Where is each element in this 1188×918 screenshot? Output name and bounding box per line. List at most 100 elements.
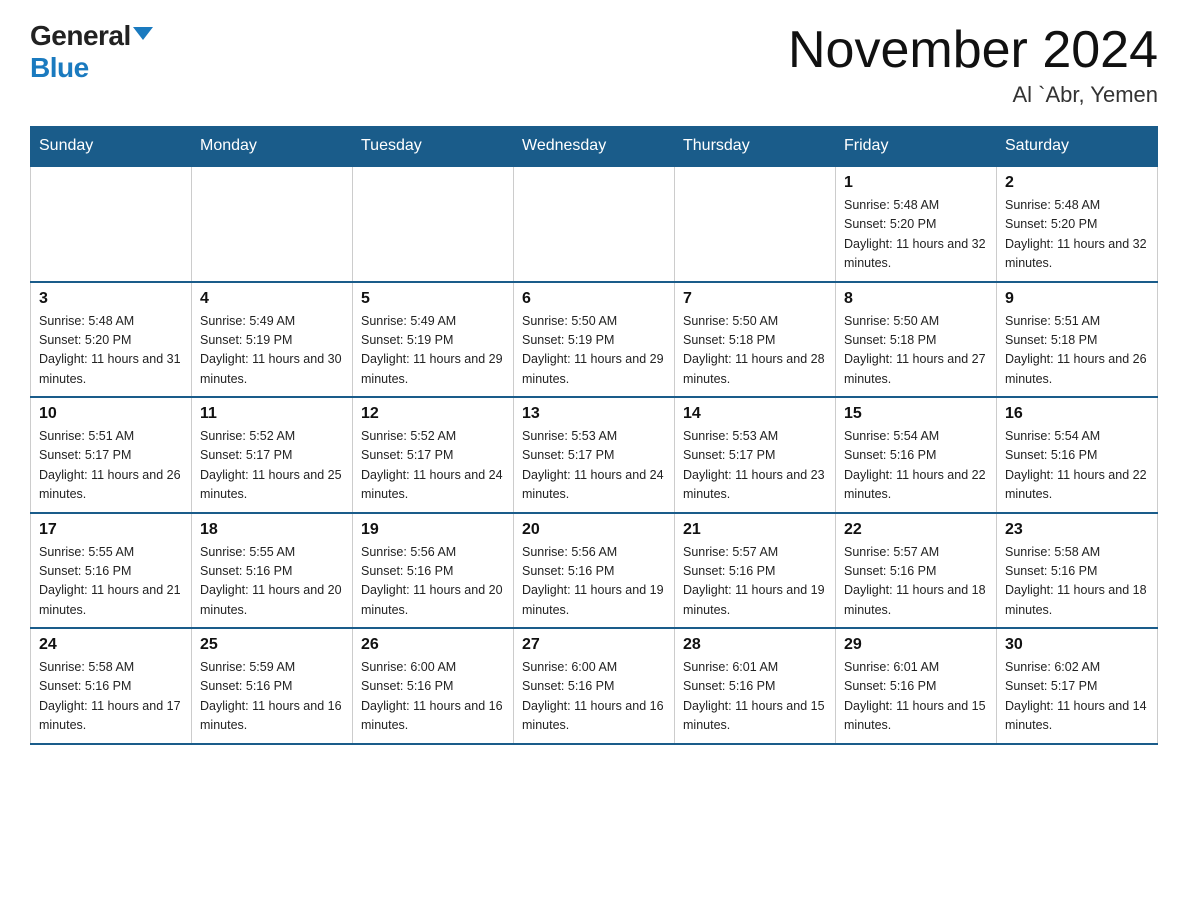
page-header: General Blue November 2024 Al `Abr, Yeme… xyxy=(30,20,1158,108)
day-info: Sunrise: 5:58 AMSunset: 5:16 PMDaylight:… xyxy=(1005,543,1149,621)
day-number: 2 xyxy=(1005,174,1149,192)
day-info: Sunrise: 5:52 AMSunset: 5:17 PMDaylight:… xyxy=(200,427,344,505)
logo-general-text: General xyxy=(30,20,131,52)
calendar-day-cell: 17Sunrise: 5:55 AMSunset: 5:16 PMDayligh… xyxy=(31,513,192,629)
day-info: Sunrise: 5:59 AMSunset: 5:16 PMDaylight:… xyxy=(200,658,344,736)
calendar-day-cell: 24 Sunrise: 5:58 AMSunset: 5:16 PMDayligh… xyxy=(31,628,192,744)
calendar-day-cell: 27Sunrise: 6:00 AMSunset: 5:16 PMDayligh… xyxy=(514,628,675,744)
day-info: Sunrise: 5:58 AMSunset: 5:16 PMDaylight:… xyxy=(39,658,183,736)
calendar-weekday-header: Sunday xyxy=(31,127,192,167)
calendar-day-cell xyxy=(192,166,353,282)
calendar-day-cell xyxy=(514,166,675,282)
day-info: Sunrise: 5:52 AMSunset: 5:17 PMDaylight:… xyxy=(361,427,505,505)
calendar-week-row: 17 Sunrise: 5:55 AMSunset: 5:16 PMDayligh… xyxy=(31,513,1158,629)
day-number: 23 xyxy=(1005,521,1149,539)
day-info: Sunrise: 5:57 AMSunset: 5:16 PMDaylight:… xyxy=(844,543,988,621)
calendar-weekday-header: Thursday xyxy=(675,127,836,167)
day-info: Sunrise: 5:54 AMSunset: 5:16 PMDaylight:… xyxy=(1005,427,1149,505)
day-number: 18 xyxy=(200,521,344,539)
day-info: Sunrise: 5:55 AMSunset: 5:16 PMDaylight:… xyxy=(200,543,344,621)
day-info: Sunrise: 5:50 AMSunset: 5:18 PMDaylight:… xyxy=(844,312,988,390)
title-block: November 2024 Al `Abr, Yemen xyxy=(788,20,1158,108)
day-info: Sunrise: 5:48 AMSunset: 5:20 PMDaylight:… xyxy=(1005,196,1149,274)
day-info: Sunrise: 5:56 AMSunset: 5:16 PMDaylight:… xyxy=(522,543,666,621)
calendar-day-cell: 10 Sunrise: 5:51 AMSunset: 5:17 PMDayligh… xyxy=(31,397,192,513)
day-number: 26 xyxy=(361,636,505,654)
calendar-day-cell: 8 Sunrise: 5:50 AMSunset: 5:18 PMDaylight… xyxy=(836,282,997,398)
calendar-day-cell: 19Sunrise: 5:56 AMSunset: 5:16 PMDayligh… xyxy=(353,513,514,629)
calendar-week-row: 10 Sunrise: 5:51 AMSunset: 5:17 PMDayligh… xyxy=(31,397,1158,513)
day-number: 28 xyxy=(683,636,827,654)
calendar-day-cell: 25 Sunrise: 5:59 AMSunset: 5:16 PMDayligh… xyxy=(192,628,353,744)
day-info: Sunrise: 6:01 AMSunset: 5:16 PMDaylight:… xyxy=(844,658,988,736)
day-number: 7 xyxy=(683,290,827,308)
calendar-weekday-header: Friday xyxy=(836,127,997,167)
calendar-weekday-header: Tuesday xyxy=(353,127,514,167)
day-number: 10 xyxy=(39,405,183,423)
day-number: 30 xyxy=(1005,636,1149,654)
day-info: Sunrise: 6:00 AMSunset: 5:16 PMDaylight:… xyxy=(522,658,666,736)
day-number: 25 xyxy=(200,636,344,654)
calendar-weekday-header: Monday xyxy=(192,127,353,167)
logo: General Blue xyxy=(30,20,153,84)
calendar-day-cell: 26 Sunrise: 6:00 AMSunset: 5:16 PMDayligh… xyxy=(353,628,514,744)
calendar-day-cell: 15 Sunrise: 5:54 AMSunset: 5:16 PMDayligh… xyxy=(836,397,997,513)
calendar-day-cell: 7 Sunrise: 5:50 AMSunset: 5:18 PMDaylight… xyxy=(675,282,836,398)
day-info: Sunrise: 5:48 AMSunset: 5:20 PMDaylight:… xyxy=(844,196,988,274)
calendar-weekday-header: Saturday xyxy=(997,127,1158,167)
location: Al `Abr, Yemen xyxy=(788,82,1158,108)
day-number: 5 xyxy=(361,290,505,308)
calendar-day-cell: 5Sunrise: 5:49 AMSunset: 5:19 PMDaylight… xyxy=(353,282,514,398)
calendar-day-cell: 18 Sunrise: 5:55 AMSunset: 5:16 PMDayligh… xyxy=(192,513,353,629)
day-info: Sunrise: 5:49 AMSunset: 5:19 PMDaylight:… xyxy=(200,312,344,390)
calendar-day-cell xyxy=(31,166,192,282)
day-number: 14 xyxy=(683,405,827,423)
calendar-header-row: SundayMondayTuesdayWednesdayThursdayFrid… xyxy=(31,127,1158,167)
day-number: 3 xyxy=(39,290,183,308)
calendar-week-row: 24 Sunrise: 5:58 AMSunset: 5:16 PMDayligh… xyxy=(31,628,1158,744)
day-number: 6 xyxy=(522,290,666,308)
calendar-day-cell: 23 Sunrise: 5:58 AMSunset: 5:16 PMDayligh… xyxy=(997,513,1158,629)
day-info: Sunrise: 5:51 AMSunset: 5:18 PMDaylight:… xyxy=(1005,312,1149,390)
calendar-weekday-header: Wednesday xyxy=(514,127,675,167)
calendar-day-cell: 6 Sunrise: 5:50 AMSunset: 5:19 PMDaylight… xyxy=(514,282,675,398)
calendar-day-cell: 3Sunrise: 5:48 AMSunset: 5:20 PMDaylight… xyxy=(31,282,192,398)
day-info: Sunrise: 5:51 AMSunset: 5:17 PMDaylight:… xyxy=(39,427,183,505)
calendar-week-row: 3Sunrise: 5:48 AMSunset: 5:20 PMDaylight… xyxy=(31,282,1158,398)
day-number: 11 xyxy=(200,405,344,423)
calendar-day-cell: 14 Sunrise: 5:53 AMSunset: 5:17 PMDayligh… xyxy=(675,397,836,513)
calendar-day-cell: 21Sunrise: 5:57 AMSunset: 5:16 PMDayligh… xyxy=(675,513,836,629)
calendar-day-cell: 2 Sunrise: 5:48 AMSunset: 5:20 PMDaylight… xyxy=(997,166,1158,282)
day-number: 21 xyxy=(683,521,827,539)
day-info: Sunrise: 6:00 AMSunset: 5:16 PMDaylight:… xyxy=(361,658,505,736)
calendar-day-cell: 12Sunrise: 5:52 AMSunset: 5:17 PMDayligh… xyxy=(353,397,514,513)
calendar-day-cell: 20 Sunrise: 5:56 AMSunset: 5:16 PMDayligh… xyxy=(514,513,675,629)
day-number: 4 xyxy=(200,290,344,308)
calendar-day-cell xyxy=(353,166,514,282)
day-info: Sunrise: 5:53 AMSunset: 5:17 PMDaylight:… xyxy=(683,427,827,505)
calendar-day-cell: 1Sunrise: 5:48 AMSunset: 5:20 PMDaylight… xyxy=(836,166,997,282)
calendar-day-cell: 9 Sunrise: 5:51 AMSunset: 5:18 PMDaylight… xyxy=(997,282,1158,398)
day-info: Sunrise: 5:50 AMSunset: 5:18 PMDaylight:… xyxy=(683,312,827,390)
day-info: Sunrise: 6:01 AMSunset: 5:16 PMDaylight:… xyxy=(683,658,827,736)
day-info: Sunrise: 5:56 AMSunset: 5:16 PMDaylight:… xyxy=(361,543,505,621)
calendar-day-cell: 11 Sunrise: 5:52 AMSunset: 5:17 PMDayligh… xyxy=(192,397,353,513)
day-info: Sunrise: 6:02 AMSunset: 5:17 PMDaylight:… xyxy=(1005,658,1149,736)
calendar-day-cell xyxy=(675,166,836,282)
day-number: 9 xyxy=(1005,290,1149,308)
logo-arrow-icon xyxy=(133,27,153,40)
day-number: 24 xyxy=(39,636,183,654)
day-info: Sunrise: 5:50 AMSunset: 5:19 PMDaylight:… xyxy=(522,312,666,390)
day-number: 8 xyxy=(844,290,988,308)
day-info: Sunrise: 5:53 AMSunset: 5:17 PMDaylight:… xyxy=(522,427,666,505)
calendar-table: SundayMondayTuesdayWednesdayThursdayFrid… xyxy=(30,126,1158,745)
calendar-day-cell: 30 Sunrise: 6:02 AMSunset: 5:17 PMDayligh… xyxy=(997,628,1158,744)
calendar-week-row: 1Sunrise: 5:48 AMSunset: 5:20 PMDaylight… xyxy=(31,166,1158,282)
day-number: 15 xyxy=(844,405,988,423)
day-number: 17 xyxy=(39,521,183,539)
day-number: 20 xyxy=(522,521,666,539)
day-info: Sunrise: 5:54 AMSunset: 5:16 PMDaylight:… xyxy=(844,427,988,505)
calendar-day-cell: 28 Sunrise: 6:01 AMSunset: 5:16 PMDayligh… xyxy=(675,628,836,744)
calendar-day-cell: 4 Sunrise: 5:49 AMSunset: 5:19 PMDaylight… xyxy=(192,282,353,398)
day-number: 13 xyxy=(522,405,666,423)
